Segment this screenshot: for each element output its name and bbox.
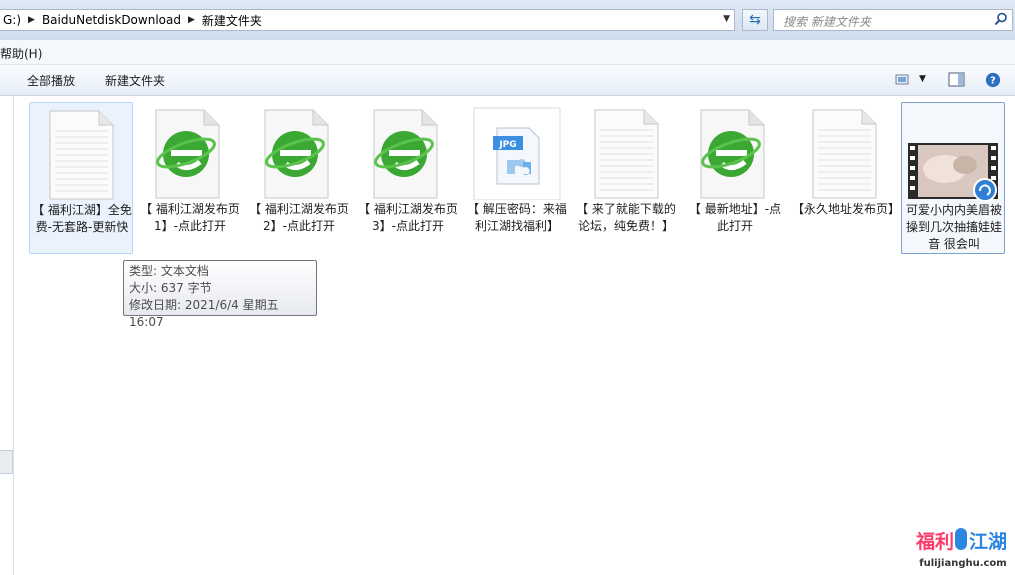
search-box[interactable]: 搜索 新建文件夹 xyxy=(773,9,1013,31)
file-item[interactable]: 【 来了就能下载的论坛，纯免费！】 xyxy=(574,102,678,254)
view-options-icon[interactable] xyxy=(895,72,913,88)
text-document-icon xyxy=(594,109,659,199)
new-folder-button[interactable]: 新建文件夹 xyxy=(105,72,165,89)
address-bar[interactable]: G:) ▶ BaiduNetdiskDownload ▶ 新建文件夹 ▼ xyxy=(0,9,735,31)
text-document-icon xyxy=(812,109,877,199)
file-tooltip: 类型: 文本文档 大小: 637 字节 修改日期: 2021/6/4 星期五 1… xyxy=(123,260,317,329)
file-name: 可爱小内内美眉被操到几次抽搐娃娃音 很会叫 xyxy=(905,203,1002,251)
tooltip-type: 类型: 文本文档 xyxy=(129,264,209,278)
menu-help[interactable]: 帮助(H) xyxy=(0,45,42,62)
refresh-button[interactable]: ⇆ xyxy=(742,9,768,31)
ie-shortcut-icon xyxy=(155,109,220,199)
file-name: 【 福利江湖发布页1】-点此打开 xyxy=(140,202,240,233)
ie-shortcut-icon xyxy=(373,109,438,199)
tooltip-size: 大小: 637 字节 xyxy=(129,281,212,295)
file-item[interactable]: 可爱小内内美眉被操到几次抽搐娃娃音 很会叫 xyxy=(901,102,1005,254)
file-name: 【 最新地址】-点此打开 xyxy=(688,202,782,233)
svg-text:福利: 福利 xyxy=(915,530,954,553)
command-bar: 全部播放 新建文件夹 ▼ ? xyxy=(0,65,1015,96)
file-name: 【 来了就能下载的论坛，纯免费！】 xyxy=(576,202,676,233)
file-item[interactable]: 【 福利江湖发布页1】-点此打开 xyxy=(138,102,242,254)
breadcrumb-baidu[interactable]: BaiduNetdiskDownload xyxy=(38,13,185,27)
file-name: 【 福利江湖】全免费-无套路-更新快 xyxy=(32,203,132,234)
file-item[interactable]: 【 最新地址】-点此打开 xyxy=(683,102,787,254)
ie-shortcut-icon xyxy=(700,109,765,199)
jpg-file-icon: JPG xyxy=(473,107,561,200)
search-icon[interactable] xyxy=(994,12,1008,26)
address-bar-area: G:) ▶ BaiduNetdiskDownload ▶ 新建文件夹 ▼ ⇆ 搜… xyxy=(0,0,1015,40)
refresh-icon: ⇆ xyxy=(749,12,761,28)
breadcrumb-drive[interactable]: G:) xyxy=(0,13,25,27)
preview-pane-icon[interactable] xyxy=(948,72,966,88)
chevron-down-icon[interactable]: ▼ xyxy=(723,14,730,24)
tooltip-modified: 修改日期: 2021/6/4 星期五 16:07 xyxy=(129,298,279,329)
scrollbar-handle[interactable] xyxy=(0,450,13,474)
ie-shortcut-icon xyxy=(264,109,329,199)
file-item[interactable]: 【永久地址发布页】 xyxy=(792,102,901,254)
watermark-url: fulijianghu.com xyxy=(919,558,1006,569)
file-item[interactable]: 【 福利江湖发布页3】-点此打开 xyxy=(356,102,460,254)
video-thumbnail-icon xyxy=(908,143,998,201)
breadcrumb-separator-icon[interactable]: ▶ xyxy=(185,15,198,25)
svg-text:江湖: 江湖 xyxy=(969,531,1007,553)
file-name: 【永久地址发布页】 xyxy=(792,202,901,216)
svg-text:JPG: JPG xyxy=(498,140,516,150)
text-document-icon xyxy=(49,110,114,200)
file-name: 【 福利江湖发布页3】-点此打开 xyxy=(358,202,458,233)
play-all-button[interactable]: 全部播放 xyxy=(27,72,75,89)
file-name: 【 解压密码：来福利江湖找福利】 xyxy=(467,202,567,233)
file-name: 【 福利江湖发布页2】-点此打开 xyxy=(249,202,349,233)
breadcrumb-current-folder[interactable]: 新建文件夹 xyxy=(198,12,266,29)
search-input[interactable]: 搜索 新建文件夹 xyxy=(783,13,871,30)
brand-watermark-logo: 福利 江湖 fulijianghu.com xyxy=(915,528,1007,569)
svg-text:?: ? xyxy=(990,76,996,87)
breadcrumb-separator-icon[interactable]: ▶ xyxy=(25,15,38,25)
file-item[interactable]: JPG 【 解压密码：来福利江湖找福利】 xyxy=(465,102,569,254)
chevron-down-icon[interactable]: ▼ xyxy=(919,74,926,84)
menu-bar: 帮助(H) xyxy=(0,40,1015,65)
help-icon[interactable]: ? xyxy=(984,72,1002,88)
file-item[interactable]: 【 福利江湖发布页2】-点此打开 xyxy=(247,102,351,254)
navigation-pane xyxy=(0,96,14,575)
file-item[interactable]: 【 福利江湖】全免费-无套路-更新快 xyxy=(29,102,133,254)
